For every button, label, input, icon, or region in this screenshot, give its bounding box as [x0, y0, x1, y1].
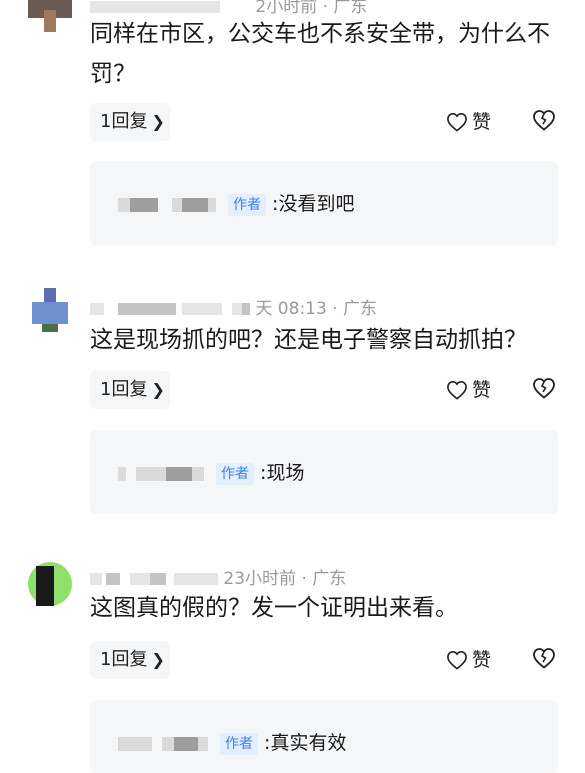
chevron-right-icon: ❯ [151, 380, 165, 399]
like-label: 赞 [472, 379, 492, 401]
reply-preview-content: 作者:真实有效 [118, 730, 346, 756]
heart-icon [447, 112, 467, 132]
avatar[interactable] [28, 0, 72, 32]
comment-time-location: 23小时前 · 广东 [223, 569, 347, 589]
view-replies-button[interactable]: 1回复 ❯ [90, 371, 170, 409]
like-button[interactable]: 赞 [446, 371, 491, 409]
reply-preview[interactable]: 作者:现场 [90, 430, 558, 514]
reply-count-label: 1回复 [100, 111, 148, 132]
chevron-right-icon: ❯ [151, 112, 165, 131]
comment-meta: 天 08:13 · 广东 [90, 294, 377, 319]
reply-text: :真实有效 [264, 732, 347, 754]
broken-heart-icon [533, 110, 555, 131]
comment-time-location: 天 08:13 · 广东 [255, 299, 378, 319]
heart-icon [447, 650, 467, 670]
like-label: 赞 [472, 649, 492, 671]
dislike-button[interactable] [532, 641, 556, 679]
avatar[interactable] [28, 562, 72, 606]
reply-preview[interactable]: 作者:真实有效 [90, 700, 558, 773]
like-button[interactable]: 赞 [446, 641, 491, 679]
chevron-right-icon: ❯ [151, 650, 165, 669]
avatar[interactable] [28, 288, 72, 332]
comment-text: 这图真的假的？发一个证明出来看。 [90, 595, 458, 621]
comment-meta: 23小时前 · 广东 [90, 564, 346, 589]
reply-preview-content: 作者:没看到吧 [118, 191, 354, 217]
like-button[interactable]: 赞 [446, 103, 491, 141]
reply-count-label: 1回复 [100, 649, 148, 670]
reply-preview[interactable]: 作者:没看到吧 [90, 161, 558, 245]
author-badge: 作者 [216, 463, 255, 485]
author-badge: 作者 [220, 733, 259, 755]
reply-text: :现场 [260, 462, 305, 484]
view-replies-button[interactable]: 1回复 ❯ [90, 641, 170, 679]
like-label: 赞 [472, 111, 492, 133]
comment-text: 这是现场抓的吧？还是电子警察自动抓拍？ [90, 327, 527, 353]
reply-text: :没看到吧 [272, 193, 355, 215]
dislike-button[interactable] [532, 371, 556, 409]
reply-count-label: 1回复 [100, 379, 148, 400]
broken-heart-icon [533, 648, 555, 669]
view-replies-button[interactable]: 1回复 ❯ [90, 103, 170, 141]
comment-text: 同样在市区，公交车也不系安全带，为什么不罚？ [90, 21, 550, 87]
author-badge: 作者 [228, 194, 267, 216]
broken-heart-icon [533, 378, 555, 399]
reply-preview-content: 作者:现场 [118, 460, 304, 486]
heart-icon [447, 380, 467, 400]
dislike-button[interactable] [532, 103, 556, 141]
